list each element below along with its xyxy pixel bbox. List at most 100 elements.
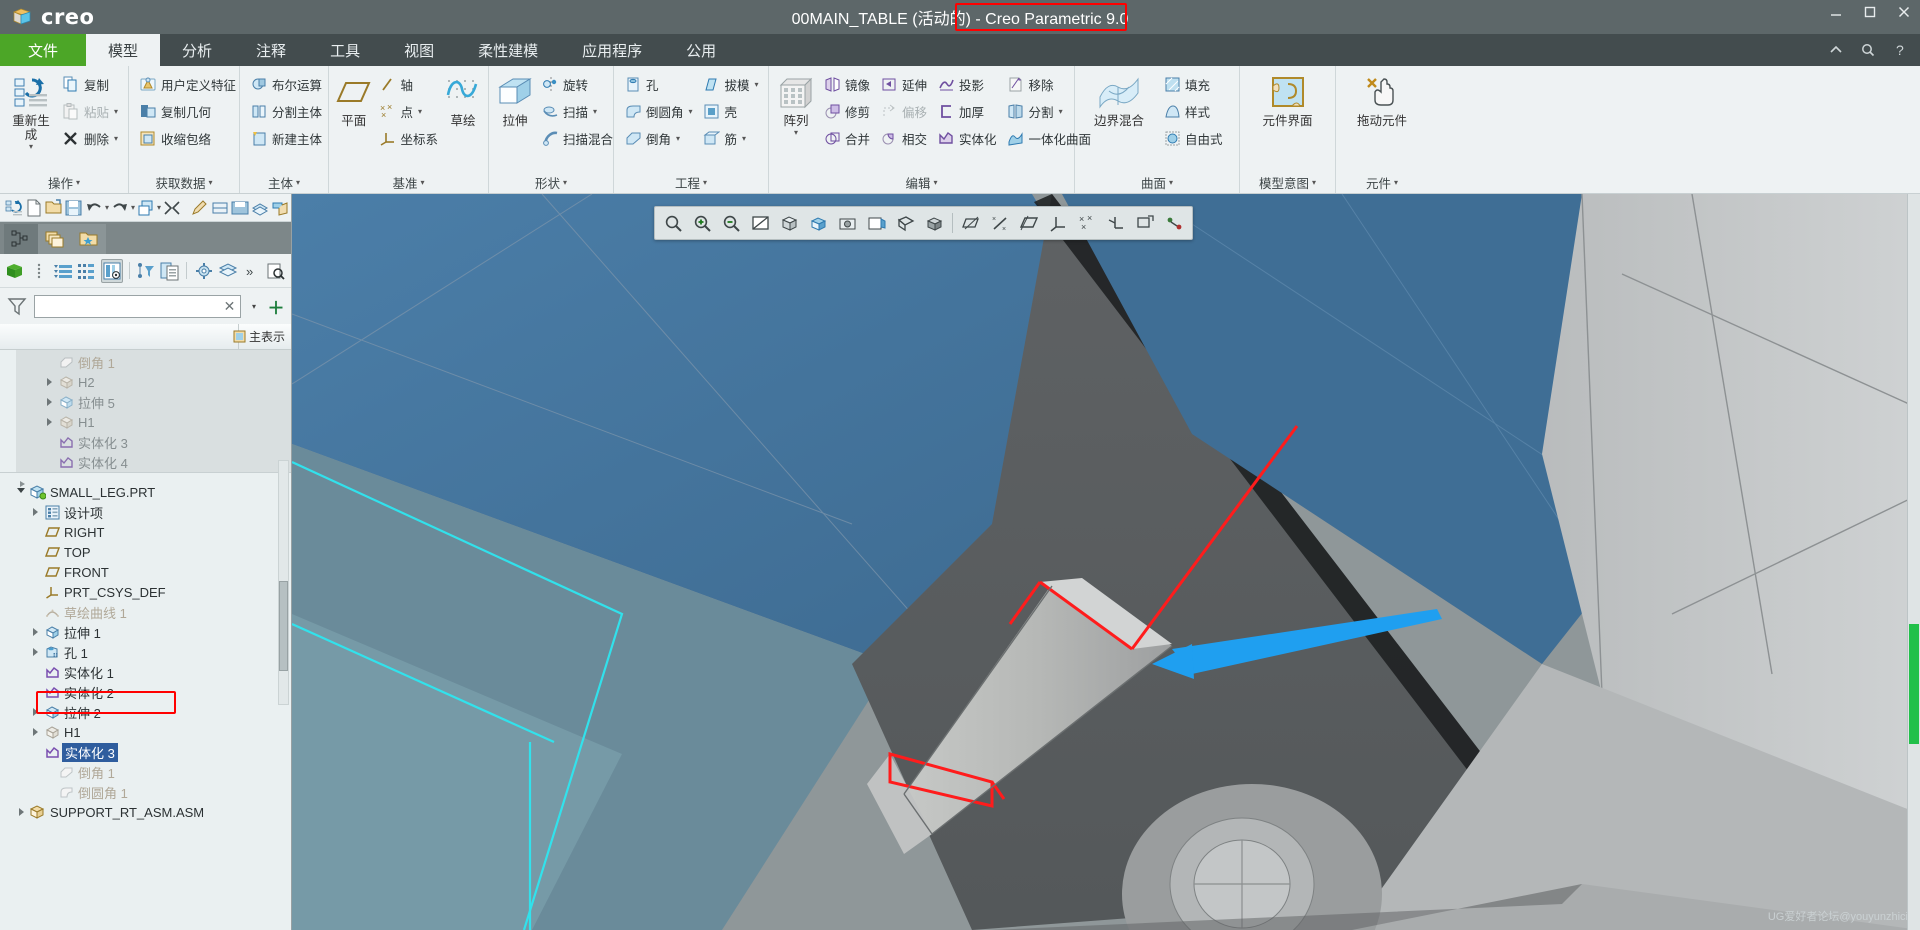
group-caret-icon[interactable]: ▾ [1394,178,1398,187]
delete-button[interactable]: 删除 ▾ [58,125,122,151]
expand-arrow[interactable] [42,378,56,386]
annotation-display-icon[interactable] [1102,209,1130,237]
group-caret-icon[interactable]: ▾ [421,178,425,187]
tree-node-small-leg-prt[interactable]: SMALL_LEG.PRT [0,482,291,502]
clear-search-icon[interactable]: ✕ [223,298,236,315]
tree-node-top[interactable]: TOP [0,542,291,562]
point-display-icon[interactable]: × × × [1073,209,1101,237]
csys-display-icon[interactable] [1044,209,1072,237]
datum-axis-button[interactable]: 轴 [374,71,442,97]
tree-filters-icon[interactable] [136,259,157,283]
undo-caret-icon[interactable]: ▾ [105,197,109,219]
graphics-window[interactable]: × × × × × UG爱好者论坛@youyunzhici [292,194,1920,930]
group-label-model-intent[interactable]: 模型意图 ▾ [1240,171,1335,193]
group-caret-icon[interactable]: ▾ [209,178,213,187]
group-label-editing[interactable]: 编辑 ▾ [769,171,1074,193]
shrinkwrap-button[interactable]: 收缩包络 [135,125,240,151]
tree-node-solidify-4-top[interactable]: 实体化 4 [16,452,291,472]
tree-vertical-scrollbar[interactable] [278,460,289,705]
more-tools-icon[interactable]: » [241,259,262,283]
tree-node-chamfer-1-top[interactable]: 倒角 1 [16,352,291,372]
tab-applications[interactable]: 应用程序 [560,34,664,66]
repaint-icon[interactable] [137,197,155,219]
delete-caret-icon[interactable]: ▾ [114,134,118,143]
perspective-icon[interactable] [891,209,919,237]
display-style-icon[interactable] [862,209,890,237]
folder-browser-tab[interactable] [72,224,106,254]
expand-arrow[interactable] [42,418,56,426]
repaint-caret-icon[interactable]: ▾ [157,197,161,219]
boolean-button[interactable]: 布尔运算 [246,71,326,97]
tree-node-prt-csys-def[interactable]: PRT_CSYS_DEF [0,582,291,602]
draft-caret-icon[interactable]: ▾ [755,80,759,89]
group-caret-icon[interactable]: ▾ [563,178,567,187]
tab-flexible-modeling[interactable]: 柔性建模 [456,34,560,66]
tree-node-right[interactable]: RIGHT [0,522,291,542]
list-view-icon[interactable] [53,259,74,283]
group-label-shapes[interactable]: 形状 ▾ [489,171,613,193]
zoom-in-icon[interactable] [688,209,716,237]
group-label-get-data[interactable]: 获取数据 ▾ [129,171,239,193]
component-interface-button[interactable]: 元件界面 [1247,70,1329,129]
save-snapshot-icon[interactable] [231,197,249,219]
zoom-out-icon[interactable] [717,209,745,237]
new-file-icon[interactable] [25,197,43,219]
tree-node-h1-top[interactable]: H1 [16,412,291,432]
tree-columns-icon[interactable] [77,259,98,283]
freestyle-button[interactable]: 自由式 [1159,125,1227,151]
regenerate-caret-icon[interactable]: ▾ [29,142,33,151]
tree-node-extrude-1[interactable]: 拉伸 1 [0,622,291,642]
revolve-button[interactable]: 旋转 [537,71,617,97]
intersect-button[interactable]: 相交 [876,125,931,151]
rib-button[interactable]: 筋 ▾ [699,125,763,151]
tree-node-label-editing[interactable]: 实体化 3 [62,742,118,762]
tree-copy-icon[interactable] [159,259,180,283]
appearance-icon[interactable] [271,197,289,219]
split-body-button[interactable]: 分割主体 [246,98,326,124]
sketch-button[interactable]: 草绘 [444,70,482,129]
column-display-icon[interactable] [100,258,123,283]
expand-arrow[interactable] [28,628,42,636]
offset-button[interactable]: 偏移 [876,98,931,124]
tree-search-input[interactable]: ✕ [34,294,241,318]
regenerate-quick-icon[interactable] [5,197,23,219]
tree-node-front[interactable]: FRONT [0,562,291,582]
refit-icon[interactable] [746,209,774,237]
close-button[interactable] [1896,4,1912,20]
close-window-icon[interactable] [163,197,181,219]
model-tree-tab[interactable] [4,224,38,254]
regenerate-button[interactable]: 重新生成 ▾ [6,70,56,151]
tree-node-sketch-curve-1[interactable]: 草绘曲线 1 [0,602,291,622]
tree-splitter[interactable] [0,472,291,487]
swept-blend-button[interactable]: 扫描混合 [537,125,617,151]
tree-node-support-rt-asm[interactable]: SUPPORT_RT_ASM.ASM [0,802,291,822]
group-label-component[interactable]: 元件 ▾ [1336,171,1428,193]
settings-gear-icon[interactable] [193,259,214,283]
group-caret-icon[interactable]: ▾ [1169,178,1173,187]
tree-node-chamfer-1[interactable]: 倒角 1 [0,762,291,782]
group-caret-icon[interactable]: ▾ [703,178,707,187]
pattern-button[interactable]: 阵列 ▾ [775,70,817,137]
group-caret-icon[interactable]: ▾ [296,178,300,187]
rib-caret-icon[interactable]: ▾ [742,134,746,143]
sweep-button[interactable]: 扫描 ▾ [537,98,617,124]
tab-model[interactable]: 模型 [86,34,161,66]
style-button[interactable]: 样式 [1159,98,1227,124]
feature-tree[interactable]: 倒角 1 H2 拉伸 5 H1 实体化 3 实体化 4 SMALL_LEG.PR… [0,350,291,930]
datum-point-caret-icon[interactable]: ▾ [418,107,422,116]
boundary-blend-button[interactable]: 边界混合 [1081,70,1157,129]
save-icon[interactable] [65,197,83,219]
tree-node-solidify-3-top[interactable]: 实体化 3 [16,432,291,452]
tree-node-solidify-1[interactable]: 实体化 1 [0,662,291,682]
draft-button[interactable]: 拔模 ▾ [699,71,763,97]
tab-view[interactable]: 视图 [382,34,456,66]
add-filter-icon[interactable]: ＋ [267,294,285,319]
minimize-button[interactable] [1828,4,1844,20]
group-caret-icon[interactable]: ▾ [934,178,938,187]
round-caret-icon[interactable]: ▾ [689,107,693,116]
paste-caret-icon[interactable]: ▾ [114,107,118,116]
filter-funnel-icon[interactable] [6,295,28,317]
datum-display-icon[interactable] [957,209,985,237]
view-snapshot-icon[interactable] [833,209,861,237]
tree-node-h2[interactable]: H2 [16,372,291,392]
